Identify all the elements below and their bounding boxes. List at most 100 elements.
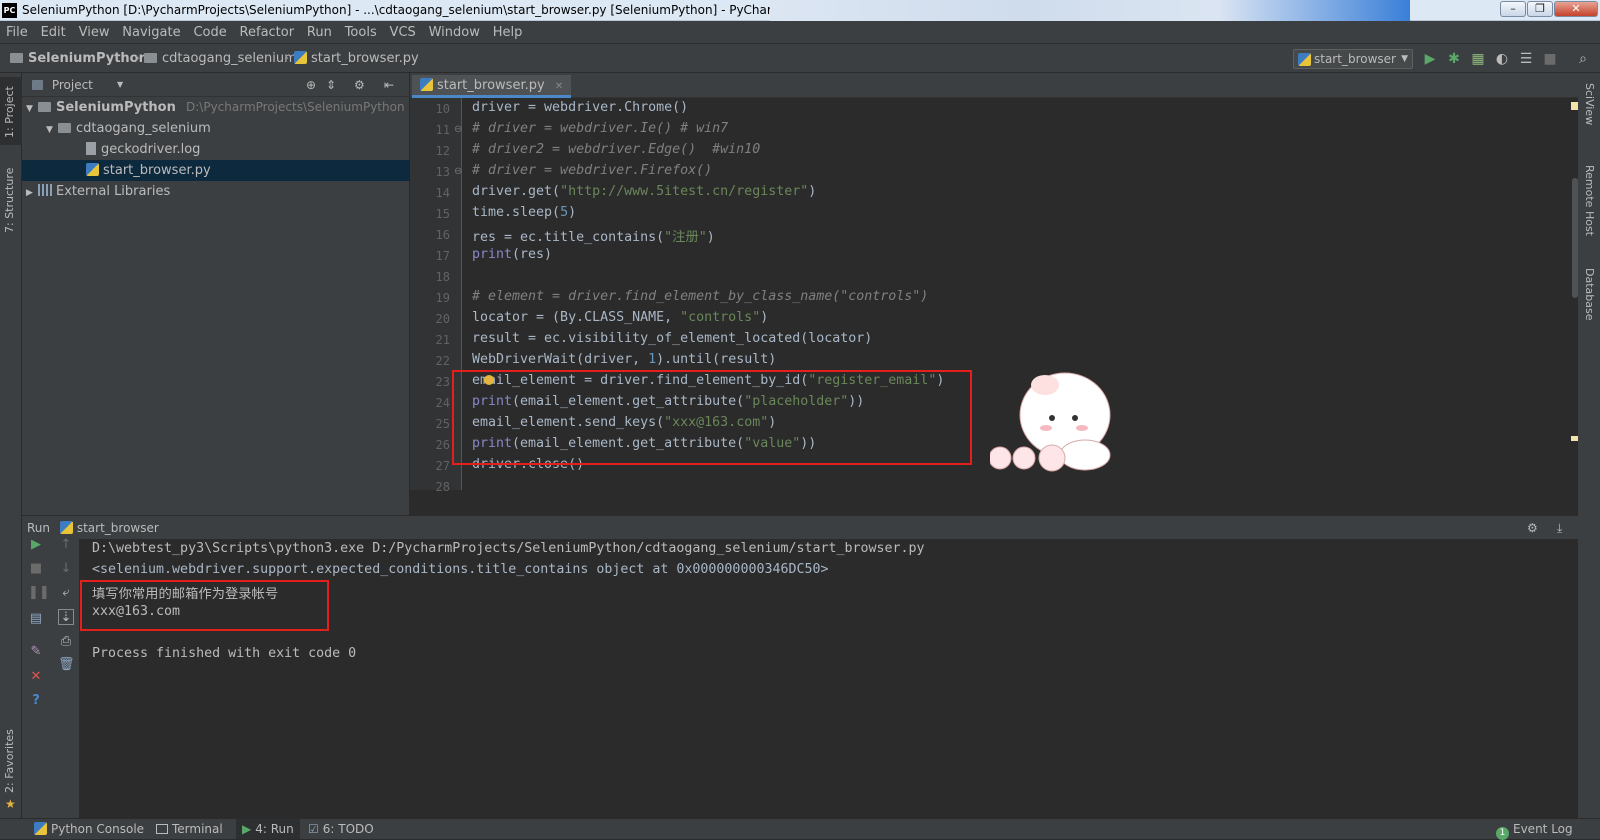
tool-tab-remote-host[interactable]: Remote Host: [1583, 165, 1596, 236]
collapse-arrow-icon[interactable]: ▶: [26, 183, 38, 204]
menu-tools[interactable]: Tools: [345, 25, 377, 40]
hide-panel-icon[interactable]: ⤓: [1557, 516, 1562, 540]
tool-tab-database[interactable]: Database: [1583, 268, 1596, 321]
run-icon[interactable]: ▶: [1422, 51, 1438, 67]
tree-item-start-browser[interactable]: start_browser.py: [22, 160, 410, 181]
python-file-icon: [294, 51, 307, 64]
rerun-icon[interactable]: ▶: [28, 537, 44, 553]
tree-item-label: cdtaogang_selenium: [76, 121, 211, 136]
editor-scrollbar[interactable]: [1572, 178, 1578, 298]
expand-arrow-icon[interactable]: ▼: [46, 120, 58, 141]
search-icon[interactable]: ⌕: [1575, 51, 1591, 67]
breadcrumb-project[interactable]: SeleniumPython: [10, 51, 148, 66]
run-config-dropdown[interactable]: start_browser ▼: [1293, 49, 1413, 69]
menu-window[interactable]: Window: [429, 25, 480, 40]
line-number: 24: [435, 396, 450, 410]
navigation-bar: SeleniumPython › cdtaogang_selenium › st…: [0, 43, 1600, 73]
tool-tab-project[interactable]: 1: Project: [3, 86, 16, 138]
tree-item-project-root[interactable]: ▼ SeleniumPython D:\PycharmProjects\Selen…: [22, 97, 410, 118]
todo-icon: ☑: [308, 822, 319, 836]
taskbar-blur: [770, 0, 1410, 21]
editor-tab-bar: start_browser.py ✕: [410, 73, 1578, 98]
inspection-ok-marker[interactable]: [1571, 102, 1578, 110]
pause-icon[interactable]: ❚❚: [28, 585, 50, 601]
menu-view[interactable]: View: [79, 25, 110, 40]
stop-icon[interactable]: ■: [28, 561, 44, 577]
python-console-tab[interactable]: Python Console: [34, 819, 144, 839]
menu-refactor[interactable]: Refactor: [240, 25, 295, 40]
todo-tab[interactable]: ☑ 6: TODO: [308, 819, 374, 839]
tree-item-external-libraries[interactable]: ▶ External Libraries: [22, 181, 410, 202]
code-line: locator = (By.CLASS_NAME, "controls"): [472, 310, 769, 325]
code-line: # element = driver.find_element_by_class…: [472, 289, 929, 304]
close-icon[interactable]: ✕: [28, 669, 44, 685]
star-icon: ★: [5, 797, 16, 811]
run-panel-config[interactable]: start_browser: [77, 521, 159, 535]
expand-arrow-icon[interactable]: ▼: [26, 99, 38, 120]
tree-item-geckodriver-log[interactable]: geckodriver.log: [22, 139, 410, 160]
tool-tab-sciview[interactable]: SciView: [1583, 83, 1596, 125]
breadcrumb-file[interactable]: start_browser.py: [294, 51, 419, 66]
soft-wrap-icon[interactable]: ⤶: [58, 585, 74, 601]
hide-panel-icon[interactable]: ⇤: [384, 73, 394, 97]
code-line: res = ec.title_contains("注册"): [472, 230, 715, 245]
breadcrumb-folder[interactable]: cdtaogang_selenium: [144, 51, 297, 66]
python-console-label: Python Console: [51, 822, 145, 836]
run-tab[interactable]: ▶ 4: Run: [236, 819, 300, 839]
event-log-icon: 1: [1496, 827, 1509, 840]
print-icon[interactable]: ⎙: [58, 634, 74, 650]
project-view-label[interactable]: Project: [52, 78, 93, 92]
menu-run[interactable]: Run: [307, 25, 332, 40]
maximize-button[interactable]: ❐: [1527, 1, 1553, 17]
collapse-icon[interactable]: ⇕: [326, 73, 336, 97]
run-panel-header: Run start_browser ⚙ ⤓: [22, 515, 1578, 539]
help-icon[interactable]: ?: [28, 693, 44, 709]
line-number: 23: [435, 375, 450, 389]
python-console-icon: [34, 822, 47, 835]
project-path: D:\PycharmProjects\SeleniumPython: [186, 100, 405, 114]
code-line: # driver = webdriver.Firefox(): [472, 163, 713, 178]
run-config-label: start_browser: [1314, 52, 1396, 66]
chevron-down-icon[interactable]: ▼: [117, 73, 123, 97]
coverage-icon[interactable]: ▦: [1470, 51, 1486, 67]
gear-icon[interactable]: ⚙: [354, 73, 365, 97]
close-button[interactable]: ✕: [1554, 1, 1598, 17]
menu-code[interactable]: Code: [193, 25, 226, 40]
tool-tab-favorites[interactable]: 2: Favorites: [3, 729, 16, 793]
stop-icon[interactable]: ■: [1542, 51, 1558, 67]
concurrency-icon[interactable]: ☰: [1518, 51, 1534, 67]
clear-all-icon[interactable]: 🗑: [58, 657, 75, 673]
menu-file[interactable]: File: [6, 25, 28, 40]
event-log-tab[interactable]: 1 Event Log: [1496, 819, 1573, 840]
bunny-sticker-image: [990, 372, 1111, 472]
code-line: driver.get("http://www.5itest.cn/registe…: [472, 184, 817, 199]
minimize-button[interactable]: –: [1500, 1, 1526, 17]
folder-icon: [10, 53, 23, 63]
close-tab-icon[interactable]: ✕: [555, 81, 563, 92]
project-view-icon: [32, 80, 43, 90]
folder-icon: [58, 123, 71, 133]
pin-icon[interactable]: ✎: [28, 644, 44, 660]
code-line: print(res): [472, 247, 553, 262]
scroll-up-icon[interactable]: ↑: [58, 537, 74, 553]
chevron-down-icon: ▼: [1401, 54, 1408, 64]
menu-bar: File Edit View Navigate Code Refactor Ru…: [0, 21, 1600, 43]
editor-tab-start-browser[interactable]: start_browser.py ✕: [412, 75, 572, 98]
scroll-to-end-icon[interactable]: ⇣: [58, 609, 74, 625]
restore-layout-icon[interactable]: ▤: [28, 611, 44, 627]
tool-tab-structure[interactable]: 7: Structure: [3, 168, 16, 233]
breadcrumb-folder-label: cdtaogang_selenium: [162, 51, 297, 66]
menu-navigate[interactable]: Navigate: [122, 25, 180, 40]
gear-icon[interactable]: ⚙: [1527, 516, 1538, 540]
debug-icon[interactable]: ✱: [1446, 51, 1462, 67]
menu-edit[interactable]: Edit: [41, 25, 66, 40]
scroll-down-icon[interactable]: ↓: [58, 561, 74, 577]
warning-marker[interactable]: [1571, 436, 1578, 441]
profile-icon[interactable]: ◐: [1494, 51, 1510, 67]
menu-vcs[interactable]: VCS: [390, 25, 416, 40]
terminal-tab[interactable]: Terminal: [156, 819, 223, 839]
line-number: 12: [435, 144, 450, 158]
menu-help[interactable]: Help: [493, 25, 523, 40]
target-icon[interactable]: ⊕: [306, 73, 316, 97]
tree-item-folder[interactable]: ▼ cdtaogang_selenium: [22, 118, 410, 139]
